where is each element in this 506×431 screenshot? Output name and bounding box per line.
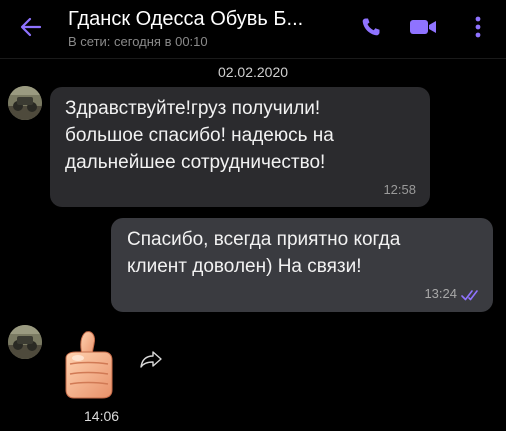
more-vertical-icon [475,16,481,38]
message-text: Здравствуйте!груз получили! большое спас… [65,98,334,173]
chat-header: Гданск Одесса Обувь Б... В сети: сегодня… [0,0,506,58]
contact-avatar[interactable] [8,325,42,359]
message-time: 12:58 [383,182,416,197]
back-button[interactable] [14,10,48,44]
phone-icon [362,18,380,36]
double-check-icon [461,290,478,301]
message-time: 13:24 [424,286,457,301]
online-status: В сети: сегодня в 00:10 [68,34,208,49]
message-time: 14:06 [84,408,120,424]
call-button[interactable] [356,12,386,42]
video-camera-icon [410,20,436,34]
incoming-message[interactable]: Здравствуйте!груз получили! большое спас… [50,87,430,207]
avatar-image [8,325,42,359]
chat-screen: Гданск Одесса Обувь Б... В сети: сегодня… [0,0,506,431]
message-text: Спасибо, всегда приятно когда клиент дов… [127,229,401,277]
date-separator: 02.02.2020 [217,64,289,80]
video-call-button[interactable] [408,12,438,42]
arrow-left-icon [20,17,42,37]
header-divider [0,58,506,59]
more-menu-button[interactable] [468,12,488,42]
contact-avatar[interactable] [8,86,42,120]
share-arrow-icon [140,351,162,368]
thumbs-up-icon [65,331,113,399]
chat-title[interactable]: Гданск Одесса Обувь Б... [68,8,303,31]
avatar-image [8,86,42,120]
outgoing-message[interactable]: Спасибо, всегда приятно когда клиент дов… [111,218,493,312]
share-button[interactable] [136,346,166,372]
thumbs-up-sticker[interactable] [56,328,120,400]
